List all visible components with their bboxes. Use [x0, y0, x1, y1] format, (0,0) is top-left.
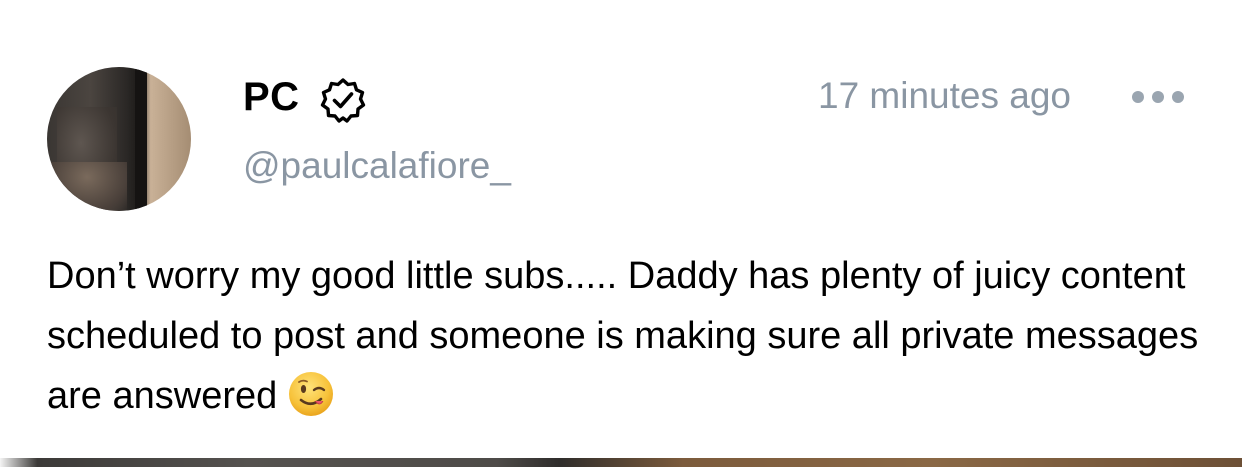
author-name[interactable]: PC [243, 74, 300, 120]
winking-face-emoji-icon [289, 372, 334, 416]
post-card: PC @paulcalafiore_ 17 minutes ago Don’t … [0, 0, 1242, 467]
post-body-text: Don’t worry my good little subs..... Dad… [47, 255, 1199, 417]
post-timestamp: 17 minutes ago [818, 75, 1072, 116]
post-body: Don’t worry my good little subs..... Dad… [47, 246, 1207, 426]
author-handle[interactable]: @paulcalafiore_ [243, 143, 511, 189]
more-options-icon[interactable] [1128, 82, 1188, 112]
avatar[interactable] [47, 67, 191, 211]
attached-media-preview[interactable] [0, 458, 1242, 467]
verified-badge-icon [320, 78, 366, 123]
